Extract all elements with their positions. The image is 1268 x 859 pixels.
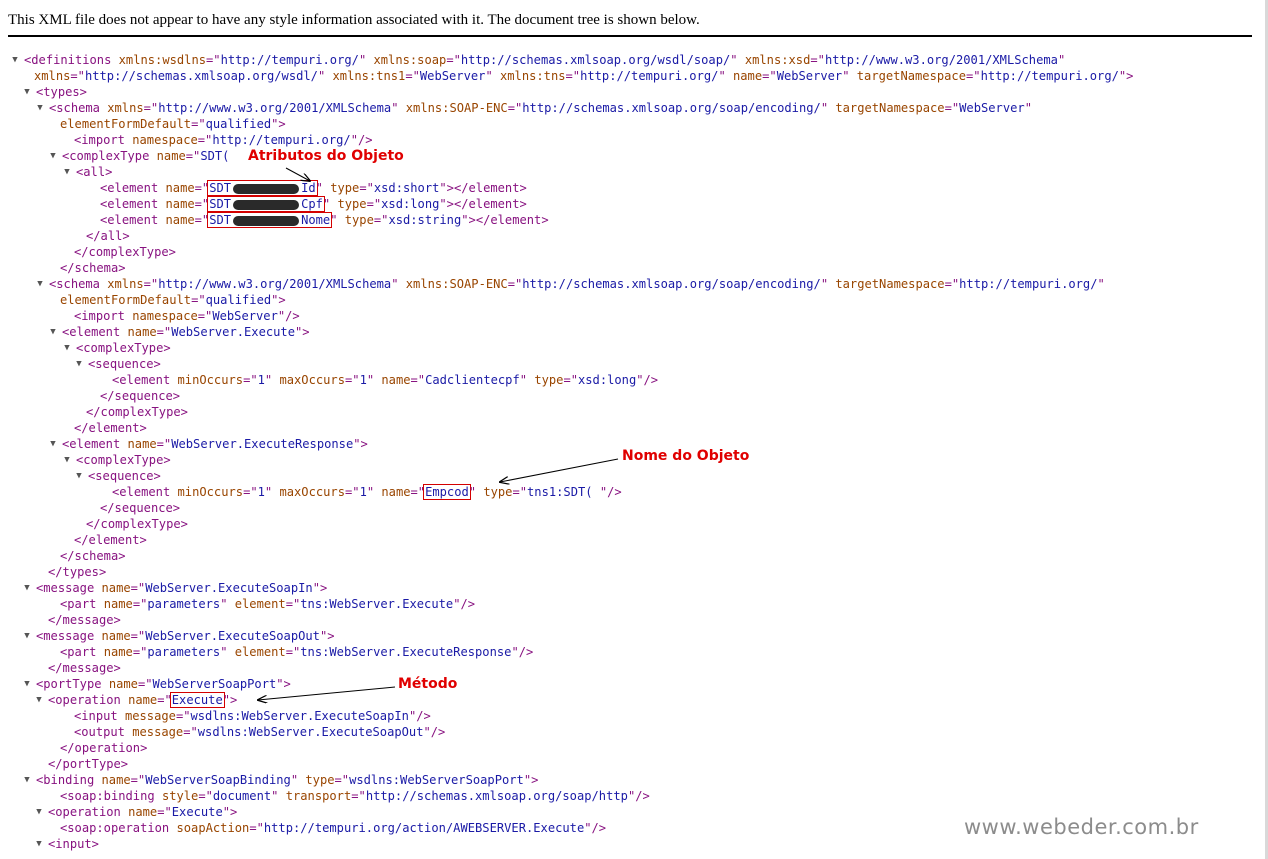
watermark: www.webeder.com.br xyxy=(964,815,1199,839)
arrow-object-name xyxy=(500,458,619,482)
annotation-arrows xyxy=(0,167,619,859)
arrow-method xyxy=(258,686,396,700)
arrow-attributes xyxy=(285,167,310,181)
